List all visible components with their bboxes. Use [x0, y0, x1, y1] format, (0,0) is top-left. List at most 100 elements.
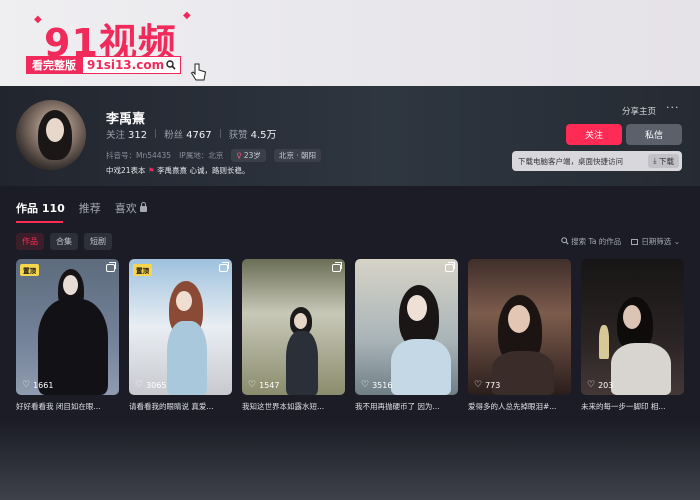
- like-count-value: 3516: [372, 380, 393, 390]
- avatar[interactable]: [16, 100, 86, 170]
- video-card[interactable]: ♡ 773 爱得多的人总先掉眼泪#...: [468, 259, 571, 412]
- search-icon: [166, 60, 176, 70]
- video-caption[interactable]: 请看看我的眼睛说 真爱...: [129, 401, 232, 412]
- multi-image-icon: [332, 262, 342, 272]
- filter-short-dramas[interactable]: 短剧: [84, 233, 112, 250]
- figure-body: [391, 339, 451, 395]
- video-caption[interactable]: 爱得多的人总先掉眼泪#...: [468, 401, 571, 412]
- thumbnail-image: [581, 259, 684, 395]
- like-count-value: 1661: [33, 380, 54, 390]
- figure-face: [294, 313, 307, 329]
- sparkle-icon: ◆: [183, 10, 191, 21]
- like-count-value: 773: [485, 380, 501, 390]
- video-thumbnail[interactable]: 置顶 ♡ 1661: [16, 259, 119, 395]
- video-caption[interactable]: 我不用再抛硬币了 因为...: [355, 401, 458, 412]
- bottom-fade: [0, 420, 700, 500]
- region-chip: 北京 · 朝阳: [273, 149, 322, 162]
- search-works-label: 搜索 Ta 的作品: [571, 237, 622, 246]
- thumbnail-image: [355, 259, 458, 395]
- figure-face: [176, 291, 192, 311]
- date-filter-label: 日期筛选: [641, 237, 672, 246]
- tab-likes[interactable]: 喜欢: [115, 200, 147, 216]
- profile-tabs: 作品 110 推荐 喜欢: [16, 200, 147, 216]
- like-count: ♡ 773: [474, 380, 500, 390]
- download-button[interactable]: ⤓ 下载: [648, 154, 679, 168]
- thumbnail-image: [16, 259, 119, 395]
- divider: [155, 129, 157, 138]
- more-options-icon[interactable]: ···: [666, 101, 680, 114]
- thumbnail-image: [242, 259, 345, 395]
- figure-body: [611, 343, 671, 395]
- figure-face: [508, 305, 530, 333]
- search-icon: [561, 237, 569, 245]
- like-count: ♡ 1661: [22, 380, 53, 390]
- chevron-down-icon: ⌄: [673, 237, 680, 246]
- figure-body: [492, 351, 554, 395]
- figure-face: [407, 295, 427, 321]
- date-filter-dropdown[interactable]: 日期筛选 ⌄: [631, 236, 680, 247]
- video-thumbnail[interactable]: ♡ 203: [581, 259, 684, 395]
- bio-text: 李禹熹熹 心诚，路则长稳。: [157, 166, 250, 175]
- logo-sub-url: 91si13.com: [82, 56, 182, 74]
- filter-works[interactable]: 作品: [16, 233, 44, 250]
- video-caption[interactable]: 我知这世界本如露水短...: [242, 401, 345, 412]
- tab-likes-label: 喜欢: [114, 202, 137, 215]
- stat-following-value: 312: [128, 129, 148, 141]
- figure-face: [623, 305, 641, 329]
- douyin-id: 抖音号：Mn54435: [106, 151, 172, 160]
- age-chip: ♀ 23岁: [231, 149, 266, 162]
- profile-stats: 关注 312 粉丝 4767 获赞 4.5万: [106, 126, 277, 141]
- video-card[interactable]: 置顶 ♡ 1661 好好看看我 闭目如在眼...: [16, 259, 119, 412]
- video-caption[interactable]: 未来的每一步一脚印 相...: [581, 401, 684, 412]
- tab-recommend[interactable]: 推荐: [79, 200, 101, 216]
- promo-banner[interactable]: ◆ ◆ 91视频 看完整版 91si13.com: [0, 0, 700, 86]
- video-thumbnail[interactable]: ♡ 773: [468, 259, 571, 395]
- age-chip-text: 23岁: [243, 151, 261, 160]
- multi-image-icon: [445, 262, 455, 272]
- heart-icon: ♡: [474, 380, 483, 390]
- heart-icon: ♡: [361, 380, 370, 390]
- profile-meta: 抖音号：Mn54435 IP属地：北京 ♀ 23岁 北京 · 朝阳: [106, 149, 322, 162]
- video-caption[interactable]: 好好看看我 闭目如在眼...: [16, 401, 119, 412]
- video-thumbnail[interactable]: 置顶 ♡ 3065: [129, 259, 232, 395]
- profile-name: 李禹熹: [106, 112, 146, 127]
- hand-cursor-icon: [190, 62, 208, 86]
- calendar-icon: [631, 239, 639, 245]
- stat-followers-value: 4767: [186, 129, 212, 141]
- profile-bio: 中戏21表本 ⚑ 李禹熹熹 心诚，路则长稳。: [106, 165, 249, 176]
- like-count-value: 203: [598, 380, 614, 390]
- figure-body: [167, 321, 207, 395]
- like-count: ♡ 3065: [135, 380, 166, 390]
- ip-location: IP属地：北京: [179, 151, 224, 160]
- content-filters: 作品 合集 短剧: [16, 233, 112, 250]
- video-thumbnail[interactable]: ♡ 1547: [242, 259, 345, 395]
- video-card[interactable]: ♡ 203 未来的每一步一脚印 相...: [581, 259, 684, 412]
- active-tab-indicator: [16, 221, 63, 223]
- search-works[interactable]: 搜索 Ta 的作品: [561, 236, 621, 247]
- like-count-value: 1547: [259, 380, 280, 390]
- video-card[interactable]: 置顶 ♡ 3065 请看看我的眼睛说 真爱...: [129, 259, 232, 412]
- figure-body: [286, 331, 318, 395]
- tab-works[interactable]: 作品 110: [16, 200, 65, 216]
- heart-icon: ♡: [22, 380, 31, 390]
- video-thumbnail[interactable]: ♡ 3516: [355, 259, 458, 395]
- video-card[interactable]: ♡ 3516 我不用再抛硬币了 因为...: [355, 259, 458, 412]
- video-card[interactable]: ♡ 1547 我知这世界本如露水短...: [242, 259, 345, 412]
- works-tools: 搜索 Ta 的作品 日期筛选 ⌄: [561, 236, 680, 247]
- multi-image-icon: [106, 262, 116, 272]
- avatar-face: [46, 118, 64, 142]
- message-button[interactable]: 私信: [626, 124, 682, 145]
- share-profile-link[interactable]: 分享主页: [622, 105, 656, 117]
- stat-following[interactable]: 关注 312: [106, 127, 147, 141]
- thumbnail-image: [129, 259, 232, 395]
- heart-icon: ♡: [248, 380, 257, 390]
- like-count: ♡ 203: [587, 380, 613, 390]
- lock-icon: [139, 202, 147, 212]
- logo-sub-red: 看完整版: [26, 56, 82, 74]
- follow-button[interactable]: 关注: [566, 124, 622, 145]
- pinned-badge: 置顶: [133, 264, 152, 276]
- stat-likes-label: 获赞: [228, 130, 248, 141]
- stat-followers[interactable]: 粉丝 4767: [164, 127, 211, 141]
- filter-collections[interactable]: 合集: [50, 233, 78, 250]
- download-client-bar: 下载电脑客户端，桌面快捷访问 ⤓ 下载: [512, 151, 682, 171]
